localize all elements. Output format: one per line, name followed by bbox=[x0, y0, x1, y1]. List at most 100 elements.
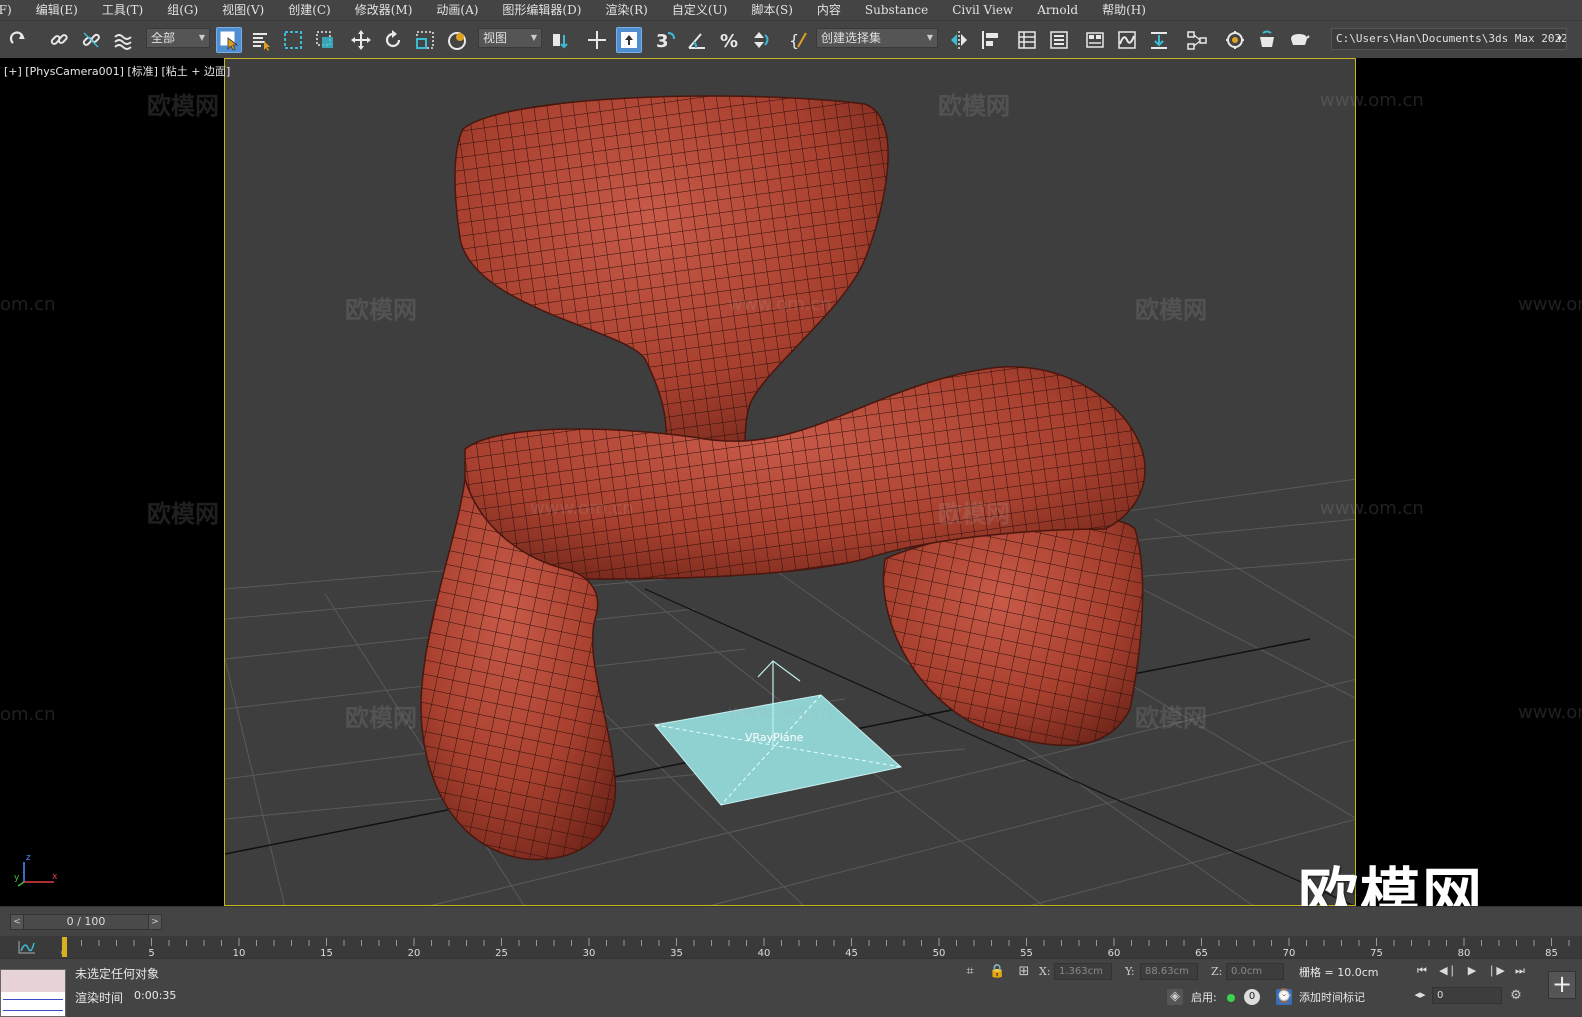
scene-explorer-icon[interactable] bbox=[1014, 27, 1040, 53]
next-key-button[interactable]: ❘▶ bbox=[1486, 963, 1506, 979]
align-icon[interactable] bbox=[978, 27, 1004, 53]
project-path-dropdown[interactable]: C:\Users\Han\Documents\3ds Max 2022 ▼ bbox=[1331, 28, 1567, 50]
svg-text:{: { bbox=[789, 31, 799, 50]
timeline-tick-label: 85 bbox=[1545, 948, 1558, 958]
menu-item[interactable]: 图形编辑器(D) bbox=[489, 0, 592, 20]
curve-editor-icon[interactable] bbox=[1114, 27, 1140, 53]
next-frame-button[interactable]: > bbox=[148, 914, 162, 930]
frame-counter[interactable]: < 0 / 100 > bbox=[10, 914, 162, 930]
time-slider[interactable]: < 0 / 100 > bbox=[0, 906, 1582, 936]
maxscript-listener[interactable] bbox=[0, 969, 66, 1017]
svg-text:%: % bbox=[720, 31, 738, 51]
material-editor-icon[interactable] bbox=[1222, 27, 1248, 53]
bind-spacewarp-icon[interactable] bbox=[110, 27, 136, 53]
timeline-tick-label: 40 bbox=[758, 948, 771, 958]
window-crossing-icon[interactable] bbox=[312, 27, 338, 53]
camera-safe-frame: VRayPlane bbox=[224, 58, 1356, 906]
menu-item[interactable]: 帮助(H) bbox=[1089, 0, 1157, 20]
menu-item[interactable]: 渲染(R) bbox=[592, 0, 658, 20]
prev-frame-button[interactable]: < bbox=[10, 914, 24, 930]
viewport[interactable]: [+] [PhysCamera001] [标准] [粘土 + 边面] VRayP… bbox=[0, 58, 1582, 906]
time-tag-icon[interactable]: ⌚ bbox=[1276, 989, 1292, 1005]
add-button[interactable]: + bbox=[1548, 971, 1576, 999]
dope-sheet-icon[interactable] bbox=[1146, 27, 1172, 53]
select-manipulate-icon[interactable] bbox=[584, 27, 610, 53]
menu-item[interactable]: 自定义(U) bbox=[659, 0, 738, 20]
timeline-tick-label: 80 bbox=[1458, 948, 1471, 958]
timeline-tick-label: 10 bbox=[233, 948, 246, 958]
menu-item[interactable]: 内容 bbox=[804, 0, 852, 20]
place-icon[interactable] bbox=[444, 27, 470, 53]
current-frame-field[interactable]: 0 bbox=[1432, 987, 1502, 1004]
pivot-icon[interactable] bbox=[548, 27, 574, 53]
absolute-mode-icon[interactable]: ⊞ bbox=[1016, 964, 1032, 980]
time-config-icon[interactable]: ⚙ bbox=[1508, 988, 1524, 1004]
menu-item[interactable]: 动画(A) bbox=[423, 0, 489, 20]
y-coord-field[interactable]: 88.63cm bbox=[1140, 963, 1198, 980]
key-mode-icon[interactable]: ◂▸ bbox=[1410, 987, 1430, 1003]
menu-item[interactable]: 视图(V) bbox=[209, 0, 275, 20]
link-icon[interactable] bbox=[46, 27, 72, 53]
timeline-tick-label: 45 bbox=[845, 948, 858, 958]
x-coord-field[interactable]: 1.363cm bbox=[1054, 963, 1112, 980]
enable-count-badge[interactable]: 0 bbox=[1244, 989, 1260, 1005]
viewport-label[interactable]: [+] [PhysCamera001] [标准] [粘土 + 边面] bbox=[4, 63, 230, 79]
layer-explorer-icon[interactable] bbox=[1046, 27, 1072, 53]
render-setup-icon[interactable] bbox=[1254, 27, 1280, 53]
selection-lock-icon[interactable]: 🔒 bbox=[989, 964, 1005, 980]
snap-toggle-icon[interactable]: 3 bbox=[652, 27, 678, 53]
mini-curve-editor-icon[interactable] bbox=[18, 940, 36, 954]
z-coord-field[interactable]: 0.0cm bbox=[1226, 963, 1284, 980]
select-by-name-icon[interactable] bbox=[248, 27, 274, 53]
unlink-icon[interactable] bbox=[78, 27, 104, 53]
selection-filter-dropdown[interactable]: 全部 ▼ bbox=[146, 28, 210, 48]
edit-named-sets-icon[interactable]: { bbox=[786, 27, 812, 53]
rotate-icon[interactable] bbox=[380, 27, 406, 53]
redo-icon[interactable] bbox=[6, 27, 32, 53]
select-object-icon[interactable] bbox=[216, 27, 242, 53]
add-time-tag[interactable]: 添加时间标记 bbox=[1299, 989, 1365, 1005]
timeline-tick-label: 5 bbox=[148, 948, 154, 958]
isolate-selection-icon[interactable]: ⌗ bbox=[962, 964, 978, 980]
menu-item[interactable]: 工具(T) bbox=[89, 0, 154, 20]
menu-item[interactable]: 创建(C) bbox=[275, 0, 342, 20]
timeline-tick-label: 65 bbox=[1195, 948, 1208, 958]
menu-item[interactable]: 组(G) bbox=[154, 0, 209, 20]
vray-plane-light[interactable]: VRayPlane bbox=[654, 660, 903, 806]
spinner-snap-icon[interactable] bbox=[748, 27, 774, 53]
menu-item[interactable]: Civil View bbox=[939, 0, 1024, 20]
schematic-icon[interactable] bbox=[1184, 27, 1210, 53]
scale-icon[interactable] bbox=[412, 27, 438, 53]
status-bar: 未选定任何对象 渲染时间 0:00:35 ⌗ 🔒 ⊞ X: 1.363cm Y:… bbox=[0, 958, 1582, 1017]
move-icon[interactable] bbox=[348, 27, 374, 53]
percent-snap-icon[interactable]: % bbox=[716, 27, 742, 53]
mirror-icon[interactable] bbox=[946, 27, 972, 53]
timeline-tick-label: 20 bbox=[408, 948, 421, 958]
reference-coord-dropdown[interactable]: 视图 ▼ bbox=[478, 28, 542, 48]
menu-item[interactable]: 脚本(S) bbox=[738, 0, 804, 20]
menu-item[interactable]: 修改器(M) bbox=[342, 0, 424, 20]
frame-counter-text: 0 / 100 bbox=[66, 915, 106, 928]
ribbon-icon[interactable] bbox=[1082, 27, 1108, 53]
scene-render[interactable]: VRayPlane bbox=[225, 59, 1356, 906]
timeline-tick-label: 55 bbox=[1020, 948, 1033, 958]
menu-item[interactable]: Arnold bbox=[1024, 0, 1089, 20]
track-bar[interactable]: 0510152025303540455055606570758085 bbox=[0, 936, 1582, 958]
timeline-ruler[interactable]: 0510152025303540455055606570758085 bbox=[60, 936, 1570, 958]
timeline-tick-label: 70 bbox=[1283, 948, 1296, 958]
watermark-url: www.om.cn bbox=[1518, 702, 1582, 723]
goto-end-button[interactable]: ⏭ bbox=[1510, 963, 1530, 979]
play-button[interactable]: ▶ bbox=[1462, 963, 1482, 979]
menu-item[interactable]: 编辑(E) bbox=[23, 0, 89, 20]
angle-snap-icon[interactable] bbox=[684, 27, 710, 53]
render-icon[interactable] bbox=[1286, 27, 1312, 53]
menu-item[interactable]: Substance bbox=[852, 0, 939, 20]
goto-start-button[interactable]: ⏮ bbox=[1412, 963, 1432, 979]
rect-region-icon[interactable] bbox=[280, 27, 306, 53]
render-time-label: 渲染时间 bbox=[75, 991, 124, 1005]
named-selection-dropdown[interactable]: 创建选择集 ▼ bbox=[816, 28, 938, 48]
prev-key-button[interactable]: ◀❘ bbox=[1438, 963, 1458, 979]
adaptive-degradation-icon[interactable]: ◈ bbox=[1167, 989, 1183, 1005]
keyboard-shortcut-override-icon[interactable] bbox=[616, 27, 642, 53]
menu-item[interactable]: (F) bbox=[0, 0, 23, 20]
